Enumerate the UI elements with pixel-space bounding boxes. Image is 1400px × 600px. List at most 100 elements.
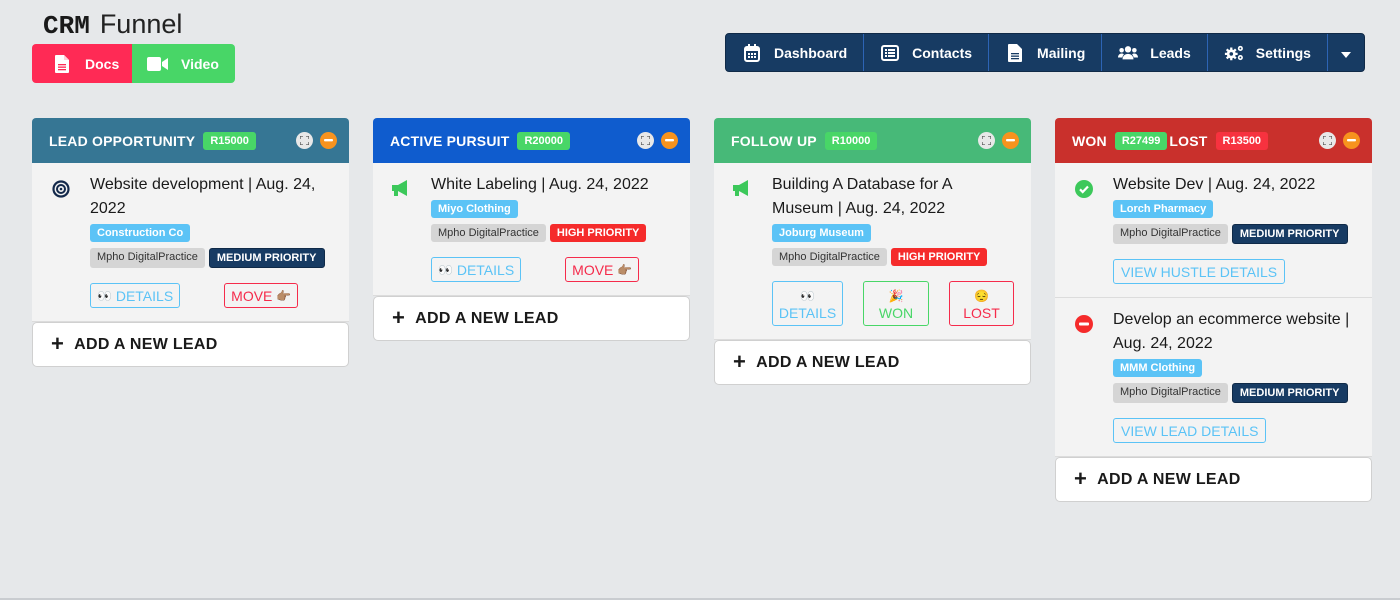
plus-icon: + xyxy=(51,330,65,356)
priority-tag: MEDIUM PRIORITY xyxy=(1231,224,1348,244)
eyes-icon: 👀 xyxy=(97,288,112,303)
video-button[interactable]: Video xyxy=(132,44,235,83)
details-button[interactable]: 👀 DETAILS xyxy=(431,257,522,282)
nav-leads-label: Leads xyxy=(1150,44,1191,61)
plus-icon: + xyxy=(1074,465,1088,491)
column-active-pursuit: ACTIVE PURSUIT R20000 White Labeling | A… xyxy=(373,118,690,341)
client-tag: Joburg Museum xyxy=(772,224,871,242)
users-icon xyxy=(1118,44,1139,62)
column-amount: R10000 xyxy=(824,131,878,150)
client-tag: Lorch Pharmacy xyxy=(1113,200,1214,218)
add-new-lead-button[interactable]: + ADD A NEW LEAD xyxy=(1055,457,1372,502)
caret-down-icon xyxy=(1340,45,1351,61)
nav-settings[interactable]: Settings xyxy=(1208,34,1328,71)
move-label: MOVE xyxy=(231,287,273,304)
eyes-icon: 👀 xyxy=(800,288,815,303)
lost-amount: R13500 xyxy=(1215,131,1269,150)
nav-leads[interactable]: Leads xyxy=(1102,34,1208,71)
lost-button[interactable]: 😔 LOST xyxy=(949,281,1014,326)
owner-tag: Mpho DigitalPractice xyxy=(772,248,887,266)
docs-label: Docs xyxy=(85,55,120,72)
quick-links: Docs Video xyxy=(32,44,235,83)
plus-icon: + xyxy=(392,304,406,330)
app-title-crm: CRM xyxy=(43,11,90,41)
owner-tag: Mpho DigitalPractice xyxy=(1113,383,1228,403)
minimize-icon[interactable] xyxy=(661,132,678,149)
details-button[interactable]: 👀 DETAILS xyxy=(772,281,843,326)
add-lead-label: ADD A NEW LEAD xyxy=(1097,470,1241,488)
expand-icon[interactable] xyxy=(296,132,313,149)
add-new-lead-button[interactable]: + ADD A NEW LEAD xyxy=(32,322,349,367)
megaphone-icon xyxy=(390,175,414,282)
view-hustle-details-button[interactable]: VIEW HUSTLE DETAILS xyxy=(1113,259,1286,284)
expand-icon[interactable] xyxy=(1319,132,1336,149)
won-label: WON xyxy=(878,304,914,321)
priority-tag: MEDIUM PRIORITY xyxy=(1231,383,1348,403)
point-right-icon: 👉🏽 xyxy=(617,262,633,277)
column-header: FOLLOW UP R10000 xyxy=(714,118,1031,163)
priority-tag: HIGH PRIORITY xyxy=(890,248,988,266)
column-title: FOLLOW UP xyxy=(731,132,817,149)
details-label: DETAILS xyxy=(115,287,174,304)
nav-mailing[interactable]: Mailing xyxy=(989,34,1103,71)
app-title-funnel: Funnel xyxy=(99,9,183,39)
lead-card: White Labeling | Aug. 24, 2022 Miyo Clot… xyxy=(373,163,690,296)
lead-title[interactable]: Building A Database for A Museum | Aug. … xyxy=(772,173,1014,221)
column-won-lost: WON R27499 LOST R13500 Website Dev | Aug… xyxy=(1055,118,1372,502)
expand-icon[interactable] xyxy=(637,132,654,149)
nav-dropdown-toggle[interactable] xyxy=(1328,34,1364,71)
point-right-icon: 👉🏽 xyxy=(276,288,292,303)
details-label: DETAILS xyxy=(778,304,837,321)
column-amount: R20000 xyxy=(517,131,571,150)
eyes-icon: 👀 xyxy=(438,262,453,277)
funnel-board: LEAD OPPORTUNITY R15000 Website developm… xyxy=(32,118,1372,502)
view-lead-details-button[interactable]: VIEW LEAD DETAILS xyxy=(1113,418,1267,443)
add-new-lead-button[interactable]: + ADD A NEW LEAD xyxy=(373,296,690,341)
move-button[interactable]: MOVE 👉🏽 xyxy=(565,257,640,282)
column-title-won: WON xyxy=(1072,132,1107,149)
bullseye-icon xyxy=(49,175,73,308)
details-button[interactable]: 👀 DETAILS xyxy=(90,283,181,308)
docs-button[interactable]: Docs xyxy=(32,44,132,83)
lead-title[interactable]: Website development | Aug. 24, 2022 xyxy=(90,173,332,221)
plus-icon: + xyxy=(733,348,747,374)
nav-dashboard[interactable]: Dashboard xyxy=(726,34,865,71)
add-new-lead-button[interactable]: + ADD A NEW LEAD xyxy=(714,340,1031,385)
address-list-icon xyxy=(880,44,900,62)
calendar-icon xyxy=(742,43,762,62)
owner-tag: Mpho DigitalPractice xyxy=(1113,224,1228,244)
nav-contacts-label: Contacts xyxy=(912,44,973,61)
column-title-lost: LOST xyxy=(1169,132,1208,149)
main-nav: Dashboard Contacts Mailing Leads Setting… xyxy=(725,33,1365,72)
nav-contacts[interactable]: Contacts xyxy=(864,34,990,71)
add-lead-label: ADD A NEW LEAD xyxy=(756,353,900,371)
client-tag: MMM Clothing xyxy=(1113,359,1203,377)
lead-title[interactable]: Develop an ecommerce website | Aug. 24, … xyxy=(1113,308,1355,356)
expand-icon[interactable] xyxy=(978,132,995,149)
lead-title[interactable]: White Labeling | Aug. 24, 2022 xyxy=(431,173,673,197)
minimize-icon[interactable] xyxy=(320,132,337,149)
won-button[interactable]: 🎉 WON xyxy=(863,281,929,326)
add-lead-label: ADD A NEW LEAD xyxy=(415,309,559,327)
nav-dashboard-label: Dashboard xyxy=(774,44,848,61)
priority-tag: HIGH PRIORITY xyxy=(549,224,647,242)
move-button[interactable]: MOVE 👉🏽 xyxy=(224,283,299,308)
check-circle-icon xyxy=(1072,175,1096,284)
lead-title[interactable]: Website Dev | Aug. 24, 2022 xyxy=(1113,173,1355,197)
lead-card: Develop an ecommerce website | Aug. 24, … xyxy=(1055,298,1372,457)
won-amount: R27499 xyxy=(1114,131,1168,150)
column-header: WON R27499 LOST R13500 xyxy=(1055,118,1372,163)
column-lead-opportunity: LEAD OPPORTUNITY R15000 Website developm… xyxy=(32,118,349,367)
minimize-icon[interactable] xyxy=(1002,132,1019,149)
video-label: Video xyxy=(181,55,219,72)
column-follow-up: FOLLOW UP R10000 Building A Database for… xyxy=(714,118,1031,385)
video-camera-icon xyxy=(147,54,169,74)
column-title: LEAD OPPORTUNITY xyxy=(49,132,196,149)
move-label: MOVE xyxy=(572,261,614,278)
gears-icon xyxy=(1224,44,1244,62)
minimize-icon[interactable] xyxy=(1343,132,1360,149)
megaphone-icon xyxy=(731,175,755,326)
owner-tag: Mpho DigitalPractice xyxy=(90,248,205,268)
lead-card: Building A Database for A Museum | Aug. … xyxy=(714,163,1031,340)
nav-mailing-label: Mailing xyxy=(1037,44,1086,61)
